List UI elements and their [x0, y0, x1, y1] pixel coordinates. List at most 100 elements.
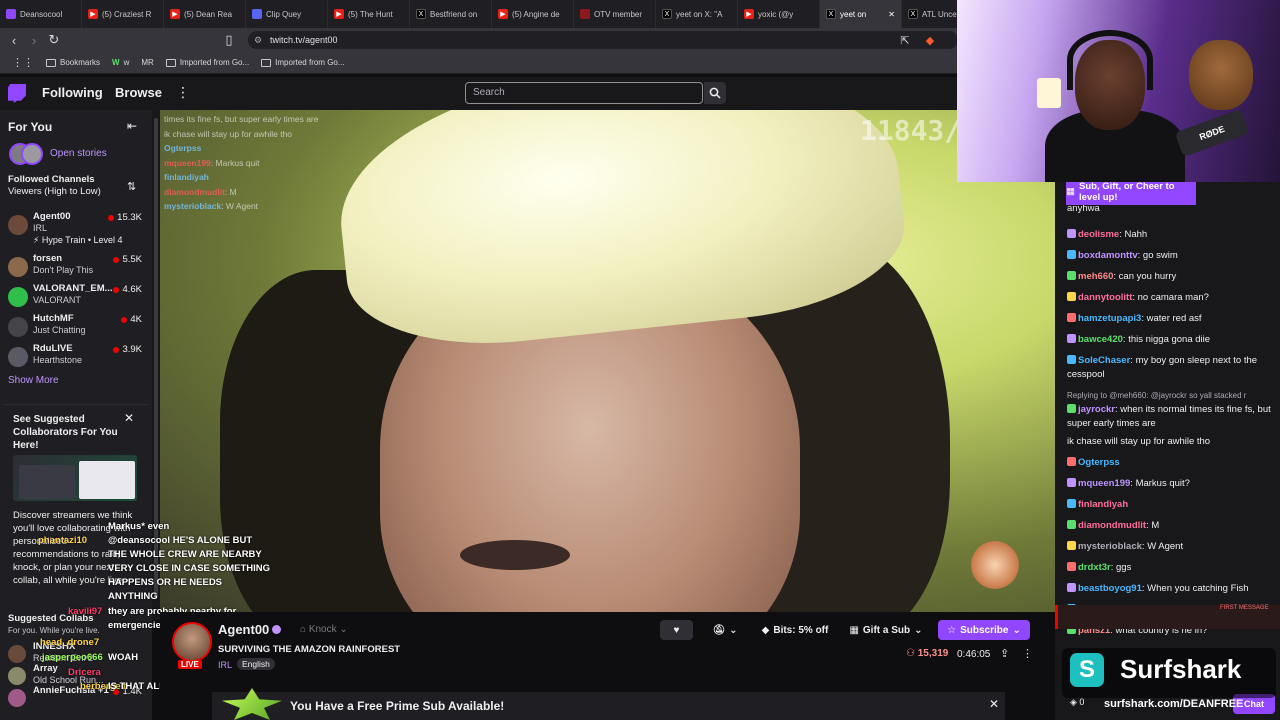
stories-avatars[interactable]	[9, 143, 45, 165]
close-icon[interactable]: ✕	[888, 10, 895, 19]
browser-tab[interactable]: Xyeet on X: "A	[656, 0, 738, 28]
nav-browse[interactable]: Browse	[115, 85, 162, 100]
browser-tab[interactable]: Deansocool	[0, 0, 82, 28]
collapse-sidebar-icon[interactable]: ⇤	[127, 119, 137, 133]
browser-tab[interactable]: ▶ (5) Angine de	[492, 0, 574, 28]
more-options-icon[interactable]: ⋮	[1022, 647, 1033, 660]
follow-heart-button[interactable]: ♥	[660, 620, 693, 640]
sidebar-channel-3[interactable]: HutchMF Just Chatting 4K	[0, 312, 152, 342]
show-more-link[interactable]: Show More	[8, 375, 59, 386]
search-input[interactable]: Search	[465, 82, 703, 104]
browser-tab[interactable]: ▶ yoxic (@y	[738, 0, 820, 28]
back-icon[interactable]: ‹	[4, 30, 24, 50]
chat-username[interactable]: boxdamonttv	[1078, 250, 1138, 261]
chat-username[interactable]: deolisme	[1078, 229, 1119, 240]
category-link[interactable]: IRL	[218, 660, 232, 670]
more-icon[interactable]: ⋮	[176, 84, 190, 101]
w-logo-icon: W	[112, 58, 120, 67]
bookmark-item-w[interactable]: Ww	[112, 58, 129, 67]
chat-message-line: dannytoolitt: no camara man?	[1067, 291, 1272, 305]
bookmark-item-mr[interactable]: MR	[141, 58, 153, 67]
channel-name: forsen	[33, 253, 63, 264]
channel-game: Don't Play This	[33, 265, 94, 275]
chat-username[interactable]: Ogterpss	[1078, 457, 1120, 468]
bits-label: Bits: 5% off	[773, 624, 829, 636]
subscribe-button[interactable]: ☆ Subscribe ⌄	[938, 620, 1030, 640]
followed-channels-title: Followed Channels	[8, 174, 95, 185]
browser-tab-label: Clip Quey	[266, 9, 302, 19]
sidebar-channel-0[interactable]: Agent00 IRL 15.3K ⚡ Hype Train • Level 4	[0, 210, 152, 245]
bookmark-item-imported-1[interactable]: Imported from Go...	[165, 58, 249, 67]
streamer-avatar[interactable]	[172, 622, 212, 662]
chat-message: boxdamonttv: go swim	[1067, 249, 1272, 263]
share-icon[interactable]: ⇪	[1000, 647, 1009, 660]
browser-tab[interactable]: ▶ (5) Dean Rea	[164, 0, 246, 28]
bookmark-item-imported-2[interactable]: Imported from Go...	[261, 58, 345, 67]
chat-message-line: beastboyog91: When you catching Fish	[1067, 582, 1272, 596]
sort-icon[interactable]: ⇅	[127, 180, 136, 193]
chat-message-line: boxdamonttv: go swim	[1067, 249, 1272, 263]
apps-icon[interactable]: ⋮⋮	[12, 56, 34, 69]
level-up-text: Sub, Gift, or Cheer to level up!	[1078, 180, 1175, 203]
browser-tab[interactable]: ▶ (5) The Hunt	[328, 0, 410, 28]
chat-username[interactable]: bawce420	[1078, 334, 1123, 345]
live-dot-icon	[113, 346, 120, 353]
chat-badge-icon	[1067, 499, 1076, 508]
close-icon[interactable]: ✕	[124, 411, 134, 425]
chat-message: Replying to @meh660: @jayrockr so yall s…	[1067, 389, 1272, 431]
url-text: twitch.tv/agent00	[270, 35, 338, 45]
points-icon: ◈	[1070, 697, 1080, 707]
sidebar-channel-2[interactable]: VALORANT_EM... VALORANT 4.6K	[0, 282, 152, 312]
chat-username[interactable]: mqueen199	[1078, 478, 1130, 489]
sidebar-channel-4[interactable]: RduLIVE Hearthstone 3.9K	[0, 342, 152, 372]
chat-username[interactable]: finlandiyah	[1078, 499, 1128, 510]
chat-username[interactable]: drdxt3r	[1078, 562, 1111, 573]
channel-points[interactable]: ◈ 0	[1070, 697, 1084, 708]
chat-message-line: drdxt3r: ggs	[1067, 561, 1272, 575]
browser-tab[interactable]: X Bestfriend on	[410, 0, 492, 28]
chat-username[interactable]: dannytoolitt	[1078, 292, 1132, 303]
search-button[interactable]	[704, 82, 726, 104]
browser-tab[interactable]: OTV member	[574, 0, 656, 28]
overlay-chat-text: times its fine fs, but super early times…	[164, 114, 319, 124]
site-info-icon[interactable]: ⚙	[254, 31, 262, 49]
bookmark-icon[interactable]: ▯	[219, 30, 239, 50]
gift-sub-button[interactable]: ▦ Gift a Sub ⌄	[842, 620, 930, 640]
channel-viewers: 4.6K	[113, 284, 142, 295]
browser-tab-label: (5) Angine de	[512, 9, 560, 19]
followed-channels-header: Followed Channels Viewers (High to Low)	[8, 174, 101, 198]
open-stories-link[interactable]: Open stories	[50, 148, 107, 159]
chat-username[interactable]: diamondmudlit	[1078, 520, 1146, 531]
chat-username[interactable]: hamzetupapi3	[1078, 313, 1141, 324]
bits-button[interactable]: ◆ Bits: 5% off	[754, 620, 836, 640]
sidebar-channel-1[interactable]: forsen Don't Play This 5.5K	[0, 252, 152, 282]
browser-tab[interactable]: ▶ (5) Craziest R	[82, 0, 164, 28]
close-icon[interactable]: ✕	[989, 697, 999, 711]
streamer-name[interactable]: Agent00	[218, 622, 269, 637]
chat-username[interactable]: jayrockr	[1078, 404, 1115, 415]
bookmark-item-bookmarks[interactable]: Bookmarks	[46, 58, 100, 67]
chat-username[interactable]: SoleChaser	[1078, 355, 1130, 366]
twitch-logo-icon[interactable]	[8, 84, 26, 103]
video-player[interactable]: 11843/ times its fine fs, but super earl…	[160, 110, 1055, 612]
level-up-banner[interactable]: ▦ Sub, Gift, or Cheer to level up!	[1066, 178, 1196, 205]
chat-username[interactable]: meh660	[1078, 271, 1113, 282]
knock-button[interactable]: ⌂ Knock ⌄	[300, 624, 348, 635]
notifications-button[interactable]: 🔕︎ ⌄	[703, 620, 747, 640]
brave-shield-icon[interactable]: ◆	[920, 30, 940, 50]
share-icon[interactable]: ⇱	[895, 30, 915, 50]
browser-tab[interactable]: Clip Quey	[246, 0, 328, 28]
browser-tab[interactable]: Xyeet on ✕	[820, 0, 902, 28]
chat-message: hamzetupapi3: water red asf	[1067, 312, 1272, 326]
nav-following[interactable]: Following	[42, 85, 103, 100]
reload-icon[interactable]: ↻	[44, 30, 64, 50]
forward-icon[interactable]: ›	[24, 30, 44, 50]
chat-username[interactable]: mysterioblack	[1078, 541, 1142, 552]
chat-username[interactable]: beastboyog91	[1078, 583, 1142, 594]
prime-sub-banner[interactable]: You Have a Free Prime Sub Available! ✕	[212, 688, 1005, 720]
url-field[interactable]: ⚙ twitch.tv/agent00	[248, 31, 958, 49]
gift-icon: ▦	[1066, 186, 1075, 197]
chat-badge-icon	[1067, 292, 1076, 301]
language-tag[interactable]: English	[237, 658, 275, 670]
chat-badge-icon	[1067, 541, 1076, 550]
